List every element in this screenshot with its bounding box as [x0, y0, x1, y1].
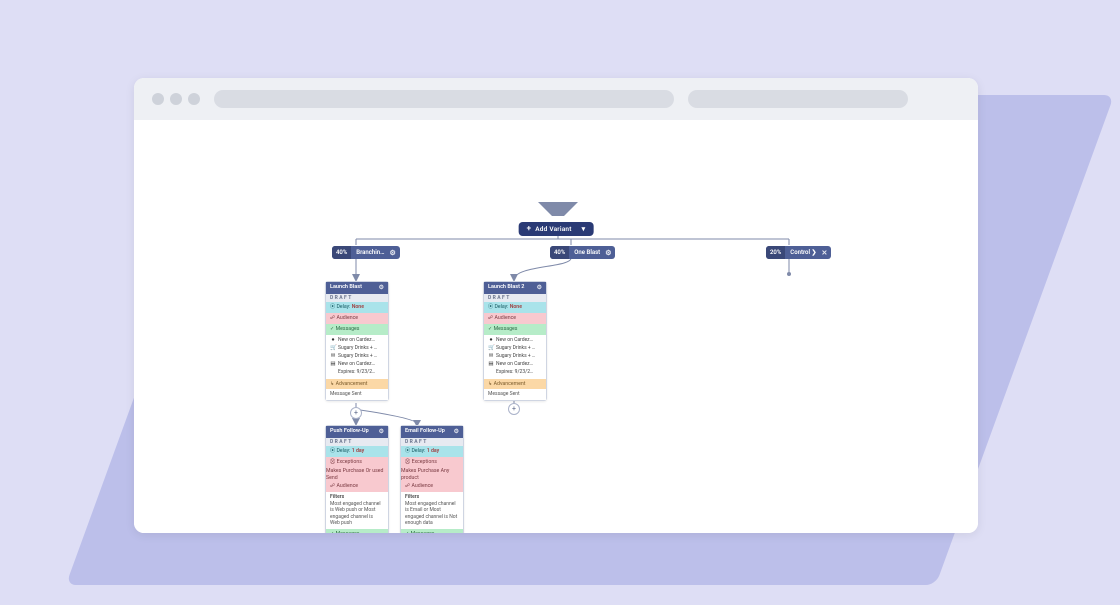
- toolbar-bar[interactable]: [688, 90, 908, 108]
- branch-pct: 40%: [550, 246, 569, 259]
- step-email-followup[interactable]: Email Follow-Up ⚙ DRAFT ⦿ Delay: 1 day ⛒…: [400, 425, 464, 533]
- delay-section: ⦿ Delay: 1 day: [401, 446, 463, 457]
- expires-row: Expires: 9/23/2…: [488, 369, 542, 376]
- status-badge: DRAFT: [326, 438, 388, 447]
- delay-section: ⦿ Delay: None: [326, 302, 388, 313]
- status-badge: DRAFT: [484, 294, 546, 303]
- message-row[interactable]: 🛒Sugary Drinks + …: [330, 345, 384, 352]
- chevron-down-icon: ▾: [582, 225, 586, 233]
- exceptions-body: Makes Purchase Or used Send: [326, 468, 388, 482]
- gear-icon[interactable]: ⚙: [454, 428, 459, 436]
- branch-label: One Blast: [569, 249, 605, 256]
- audience-header: ☍ Audience: [326, 481, 388, 492]
- traffic-lights: [152, 93, 200, 105]
- step-push-followup[interactable]: Push Follow-Up ⚙ DRAFT ⦿ Delay: 1 day ⛒ …: [325, 425, 389, 533]
- exceptions-header: ⛒ Exceptions: [401, 457, 463, 468]
- step-title: Push Follow-Up ⚙: [326, 426, 388, 438]
- gear-icon[interactable]: ⚙: [537, 284, 542, 292]
- expires-row: Expires: 9/23/2…: [330, 369, 384, 376]
- feed-icon: ▤: [330, 361, 336, 368]
- message-row[interactable]: ✉Sugary Drinks + …: [488, 353, 542, 360]
- branch-label: Control ❯: [785, 249, 821, 256]
- gear-icon[interactable]: ⚙: [379, 428, 384, 436]
- audience-header: ☍ Audience: [401, 481, 463, 492]
- step-title: Email Follow-Up ⚙: [401, 426, 463, 438]
- delay-section: ⦿ Delay: 1 day: [326, 446, 388, 457]
- add-step-button[interactable]: +: [350, 407, 362, 419]
- gear-icon: ⚙: [389, 249, 399, 257]
- gear-icon: ⚙: [605, 249, 615, 257]
- branch-pill-1[interactable]: 40% Branchin… ⚙: [332, 246, 400, 259]
- advancement-header: ↳ Advancement: [326, 379, 388, 390]
- feed-icon: ▤: [488, 361, 494, 368]
- traffic-dot: [152, 93, 164, 105]
- status-badge: DRAFT: [326, 294, 388, 303]
- push-icon: ●: [488, 337, 494, 344]
- traffic-dot: [170, 93, 182, 105]
- cart-icon: 🛒: [488, 345, 494, 352]
- cart-icon: 🛒: [330, 345, 336, 352]
- branch-label: Branchin…: [351, 249, 389, 256]
- step-title: Launch Blast 2 ⚙: [484, 282, 546, 294]
- edges: [134, 120, 978, 533]
- message-row[interactable]: ●New on Cardez…: [330, 337, 384, 344]
- message-row[interactable]: ✉Sugary Drinks + …: [330, 353, 384, 360]
- branch-pill-3[interactable]: 20% Control ❯ ✕: [766, 246, 831, 259]
- step-title-text: Push Follow-Up: [330, 428, 369, 435]
- traffic-dot: [188, 93, 200, 105]
- browser-chrome: [134, 78, 978, 120]
- status-badge: DRAFT: [401, 438, 463, 447]
- message-row[interactable]: 🛒Sugary Drinks + …: [488, 345, 542, 352]
- advancement-body: Message Sent: [326, 389, 388, 400]
- step-title-text: Launch Blast: [330, 284, 362, 291]
- audience-section: ☍ Audience: [484, 313, 546, 324]
- push-icon: ●: [330, 337, 336, 344]
- exceptions-body: Makes Purchase Any product: [401, 468, 463, 482]
- advancement-header: ↳ Advancement: [484, 379, 546, 390]
- exceptions-header: ⛒ Exceptions: [326, 457, 388, 468]
- messages-header: ✓ Messages: [484, 324, 546, 335]
- add-step-button[interactable]: +: [508, 403, 520, 415]
- messages-body: ●New on Cardez… 🛒Sugary Drinks + … ✉Suga…: [326, 335, 388, 379]
- message-row[interactable]: ▤New on Cardez…: [330, 361, 384, 368]
- mail-icon: ✉: [488, 353, 494, 360]
- step-launch-blast-2[interactable]: Launch Blast 2 ⚙ DRAFT ⦿ Delay: None ☍ A…: [483, 281, 547, 401]
- branch-pill-2[interactable]: 40% One Blast ⚙: [550, 246, 615, 259]
- step-title: Launch Blast ⚙: [326, 282, 388, 294]
- branch-pct: 40%: [332, 246, 351, 259]
- plus-icon: +: [527, 225, 532, 233]
- add-variant-label: Add Variant: [535, 225, 571, 233]
- canvas[interactable]: + Add Variant ▾ 40% Branchin… ⚙ 40% One …: [134, 120, 978, 533]
- messages-header: ✓ Messages: [326, 529, 388, 533]
- messages-header: ✓ Messages: [326, 324, 388, 335]
- address-bar[interactable]: [214, 90, 674, 108]
- gear-icon[interactable]: ⚙: [379, 284, 384, 292]
- branch-pct: 20%: [766, 246, 785, 259]
- mail-icon: ✉: [330, 353, 336, 360]
- delay-section: ⦿ Delay: None: [484, 302, 546, 313]
- message-row[interactable]: ●New on Cardez…: [488, 337, 542, 344]
- advancement-body: Message Sent: [484, 389, 546, 400]
- filters-body: FiltersMost engaged channel is Email or …: [401, 492, 463, 529]
- audience-section: ☍ Audience: [326, 313, 388, 324]
- messages-body: ●New on Cardez… 🛒Sugary Drinks + … ✉Suga…: [484, 335, 546, 379]
- step-launch-blast[interactable]: Launch Blast ⚙ DRAFT ⦿ Delay: None ☍ Aud…: [325, 281, 389, 401]
- add-variant-button[interactable]: + Add Variant ▾: [519, 222, 594, 236]
- step-title-text: Email Follow-Up: [405, 428, 445, 435]
- filters-body: FiltersMost engaged channel is Web push …: [326, 492, 388, 529]
- browser-window: + Add Variant ▾ 40% Branchin… ⚙ 40% One …: [134, 78, 978, 533]
- message-row[interactable]: ▤New on Cardez…: [488, 361, 542, 368]
- close-icon: ✕: [822, 249, 832, 257]
- messages-header: ✓ Messages: [401, 529, 463, 533]
- step-title-text: Launch Blast 2: [488, 284, 524, 291]
